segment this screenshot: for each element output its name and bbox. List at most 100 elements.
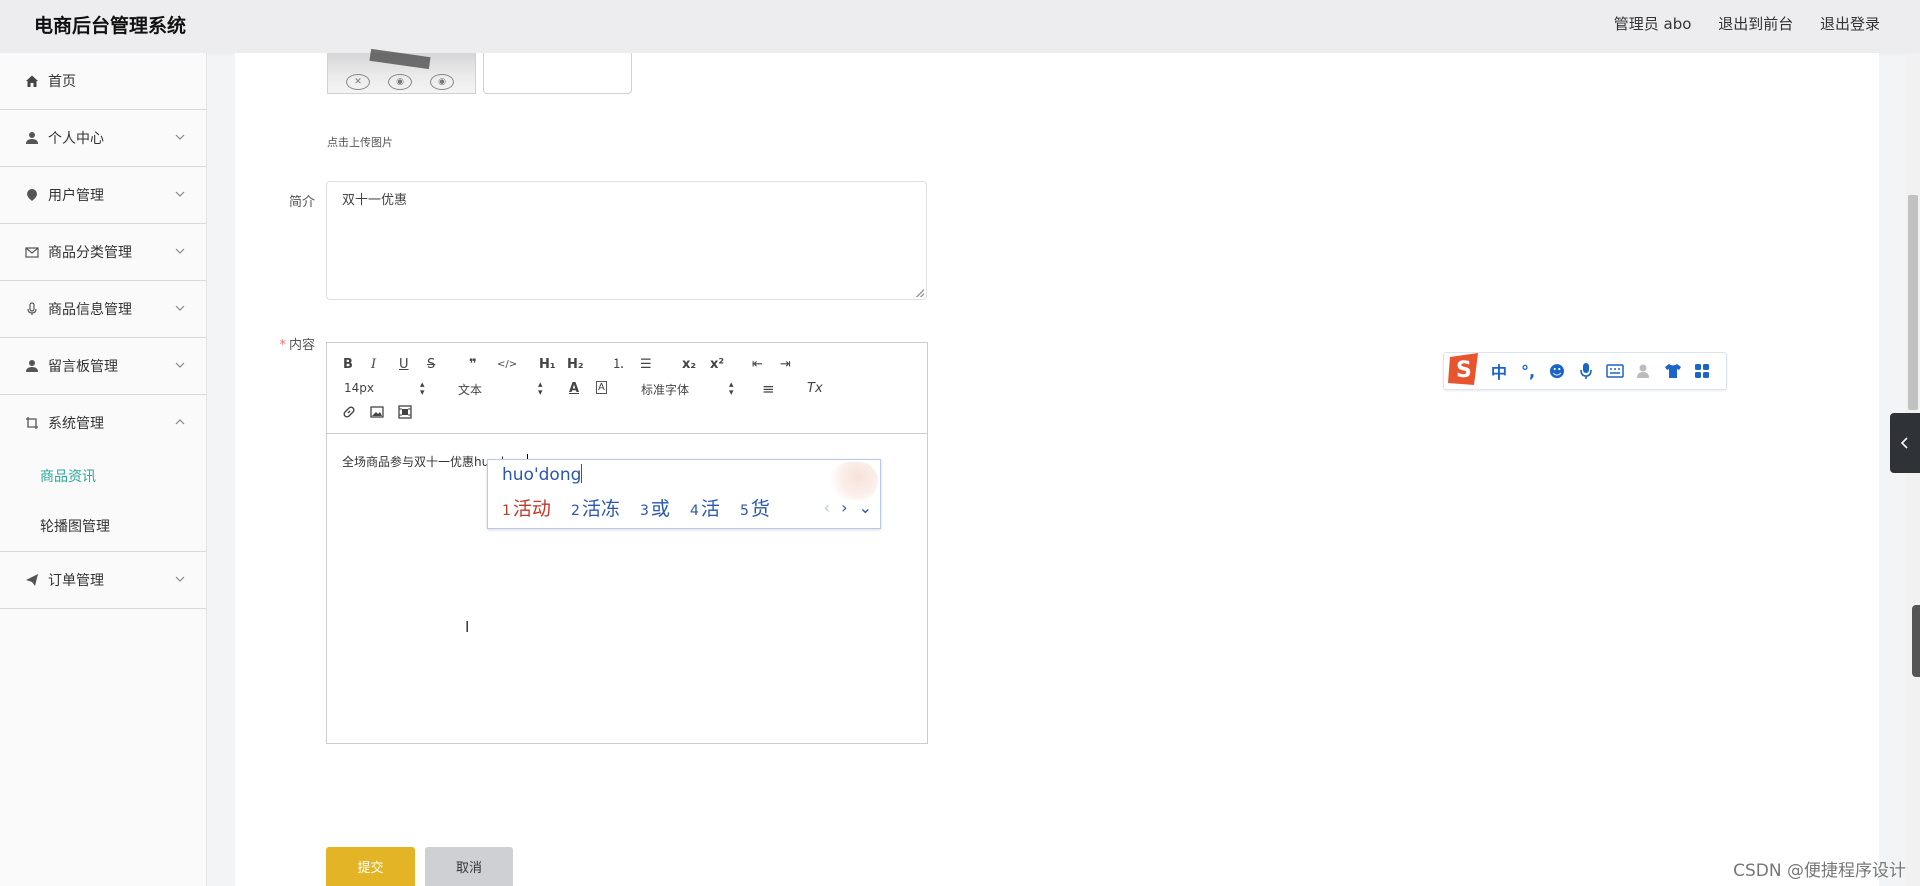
blockquote-button[interactable]: ❞ [469,357,477,373]
chevron-down-icon [175,134,185,140]
code-block-button[interactable]: </> [497,357,517,373]
preview-icon[interactable]: ◉ [388,74,412,90]
sidebar-item-system-management[interactable]: 系统管理 [0,395,206,451]
ime-candidate[interactable]: 4活 [690,498,720,520]
candidate-text: 活冻 [581,498,620,520]
logout-link[interactable]: 退出登录 [1820,15,1880,33]
sidebar-item-home[interactable]: 首页 [0,53,206,110]
send-icon [24,572,40,588]
link-button[interactable] [342,405,356,423]
italic-button[interactable]: I [371,357,376,373]
chevron-down-icon [175,362,185,368]
content-label: 内容 [288,338,315,353]
ime-candidates: 1 活动 2 活冻 3或 4活 5货 [502,494,784,521]
thumbnail-actions: ✕ ◉ ◉ [346,74,454,90]
underline-button[interactable]: U [399,357,409,373]
sidebar-subitem-product-news[interactable]: 商品资讯 [0,451,206,501]
ime-candidate[interactable]: 5货 [740,498,770,520]
system-submenu: 商品资讯 轮播图管理 [0,451,206,552]
resize-handle[interactable] [916,289,924,297]
subscript-button[interactable]: x₂ [682,357,696,373]
ime-prev-page-icon[interactable]: ‹ [824,498,830,517]
chevron-down-icon [175,191,185,197]
candidate-text: 活 [700,498,720,520]
outdent-button[interactable]: ⇤ [752,357,763,373]
uploaded-image-thumbnail[interactable]: ✕ ◉ ◉ [327,48,476,94]
h2-button[interactable]: H₂ [567,357,584,373]
sogou-logo-icon[interactable]: S [1444,349,1484,389]
user-icon [24,130,40,146]
rich-text-editor[interactable]: B I U S ❞ </> H₁ H₂ ⒈ ☰ x₂ x² ⇤ ⇥ 14px ▴… [326,342,928,744]
sidebar-item-label: 订单管理 [48,573,104,589]
submit-button[interactable]: 提交 [326,847,415,886]
summary-textarea[interactable]: 双十一优惠 [326,181,927,300]
side-scroll-handle[interactable] [1912,605,1920,677]
clean-format-button[interactable]: Tx [807,381,823,397]
bullet-list-button[interactable]: ☰ [640,357,652,373]
bold-button[interactable]: B [343,357,353,373]
sidebar-item-label: 个人中心 [48,131,104,147]
sidebar-subitem-carousel[interactable]: 轮播图管理 [0,501,206,551]
user-account-icon[interactable] [1633,360,1655,382]
upload-image-slot[interactable] [483,53,632,94]
sidebar-item-label: 商品信息管理 [48,302,132,318]
strike-button[interactable]: S [427,357,435,373]
background-color-button[interactable]: A [596,381,607,394]
keyboard-icon[interactable] [1604,360,1626,382]
skin-shirt-icon[interactable] [1662,360,1684,382]
summary-label: 简介 [288,195,315,210]
block-format-select[interactable]: 文本 ▴ ▾ [458,381,543,398]
ime-candidate[interactable]: 2 活冻 [571,498,620,520]
delete-icon[interactable]: ✕ [346,74,370,90]
candidate-number: 1 [502,503,511,519]
ime-caret [581,464,583,483]
header-links: 管理员 abo 退出到前台 退出登录 [1592,13,1880,34]
select-arrows-icon: ▴ ▾ [729,380,734,398]
font-color-button[interactable]: A [569,381,579,397]
apps-grid-icon[interactable] [1691,360,1713,382]
ime-next-page-icon[interactable]: › [841,498,847,517]
font-size-value: 14px [344,381,374,395]
emoji-icon[interactable]: ☻ [1546,360,1568,382]
microphone-icon[interactable] [1575,360,1597,382]
chevron-down-icon [175,248,185,254]
ime-nav: ‹ › ⌄ [818,498,872,517]
punctuation-button[interactable]: °, [1517,360,1539,382]
view-icon[interactable]: ◉ [430,74,454,90]
indent-button[interactable]: ⇥ [780,357,791,373]
candidate-number: 5 [739,503,749,519]
candidate-number: 2 [570,503,580,519]
sidebar-item-personal-center[interactable]: 个人中心 [0,110,206,167]
exit-to-frontend-link[interactable]: 退出到前台 [1718,15,1793,33]
ime-expand-icon[interactable]: ⌄ [859,498,872,517]
ime-pinyin: huo'dong [502,464,583,485]
align-button[interactable]: ≡ [762,381,775,397]
font-family-select[interactable]: 标准字体 ▴ ▾ [641,381,737,398]
sidebar-item-category-management[interactable]: 商品分类管理 [0,224,206,281]
video-button[interactable] [398,405,412,424]
csdn-watermark: CSDN @便捷程序设计 [1733,861,1906,881]
cancel-button[interactable]: 取消 [425,847,513,886]
ibeam-cursor-icon: I [465,618,470,636]
sogou-watermark-icon [830,462,878,500]
candidate-text: 货 [750,498,770,520]
sidebar-item-product-management[interactable]: 商品信息管理 [0,281,206,338]
sidebar-item-user-management[interactable]: 用户管理 [0,167,206,224]
ime-pinyin-text: huo'dong [502,465,582,485]
image-button[interactable] [370,405,384,424]
app-title: 电商后台管理系统 [34,15,187,37]
h1-button[interactable]: H₁ [539,357,556,373]
side-panel-toggle[interactable] [1890,413,1920,473]
sidebar-item-message-board[interactable]: 留言板管理 [0,338,206,395]
ime-candidate[interactable]: 3或 [640,498,670,520]
candidate-number: 3 [639,503,649,519]
ime-candidate[interactable]: 1 活动 [502,498,551,520]
font-size-select[interactable]: 14px ▴ ▾ [344,381,429,398]
scrollbar-thumb[interactable] [1908,195,1918,410]
sidebar-item-order-management[interactable]: 订单管理 [0,552,206,609]
mail-icon [24,244,40,260]
chinese-mode-button[interactable]: 中 [1488,360,1510,382]
superscript-button[interactable]: x² [710,357,724,373]
sidebar-item-label: 首页 [48,74,76,90]
ordered-list-button[interactable]: ⒈ [612,357,625,373]
